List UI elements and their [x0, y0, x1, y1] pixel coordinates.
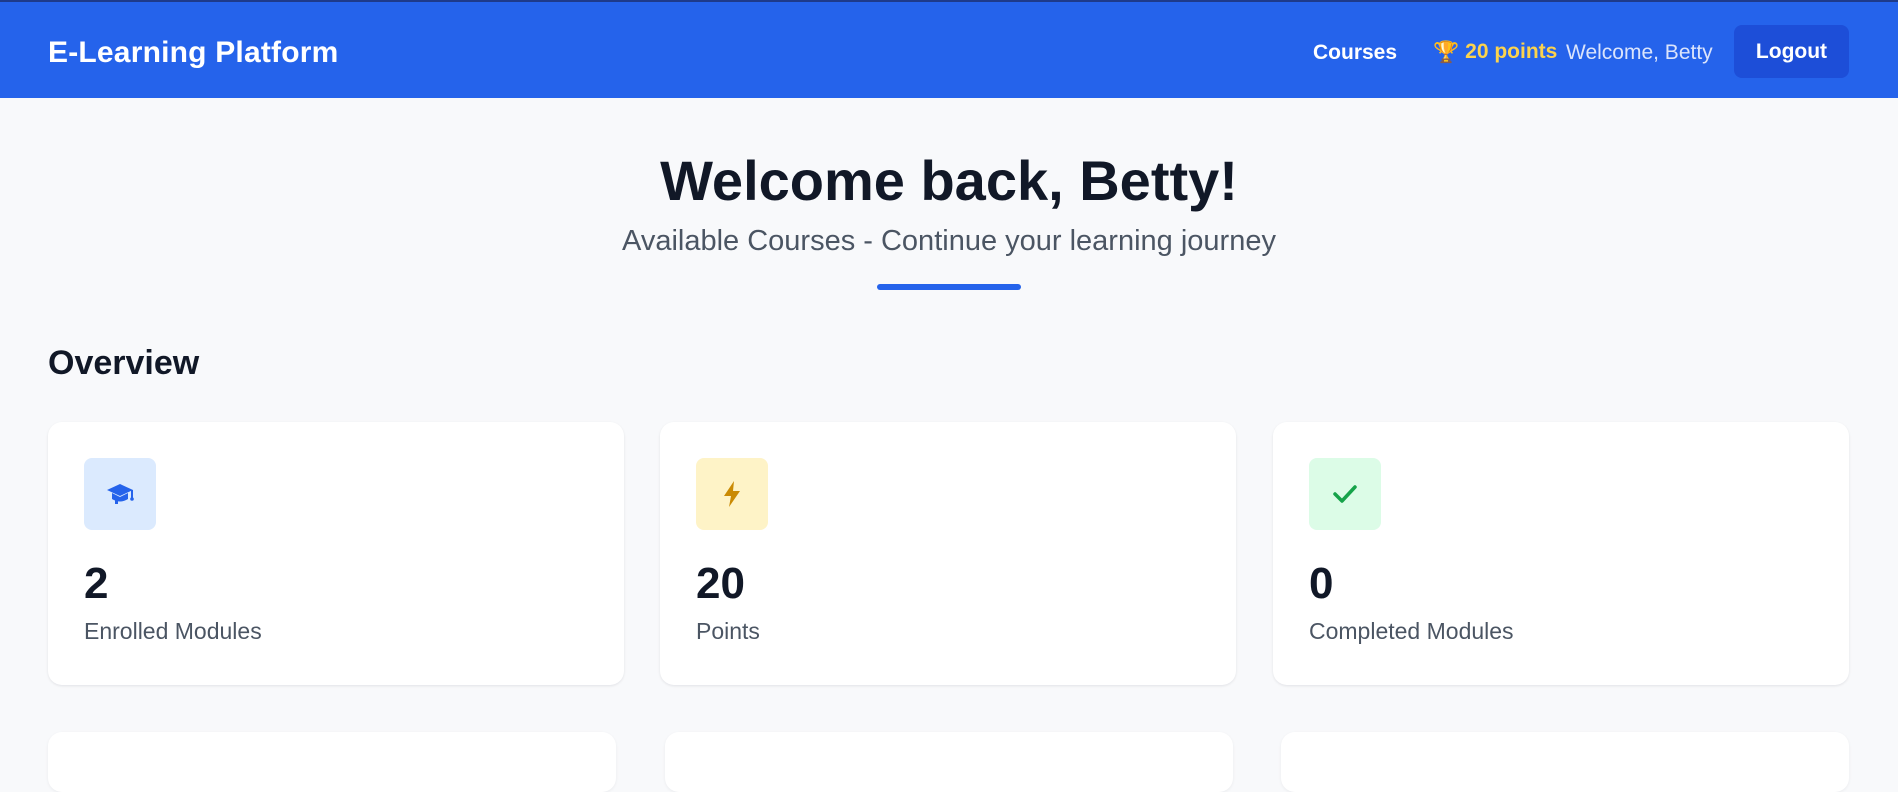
stat-label: Points: [696, 618, 760, 644]
page-subtitle: Available Courses - Continue your learni…: [622, 225, 1276, 257]
checkmark-icon: [1309, 458, 1381, 530]
course-card[interactable]: [1281, 732, 1849, 792]
course-card[interactable]: [48, 732, 616, 792]
course-card[interactable]: [665, 732, 1233, 792]
graduation-cap-icon: [84, 458, 156, 530]
stat-value: 20: [696, 559, 745, 608]
trophy-icon: 🏆: [1433, 40, 1460, 64]
points-indicator: 🏆 20 points: [1433, 40, 1557, 64]
overview-heading: Overview: [48, 344, 200, 382]
page-title: Welcome back, Betty!: [660, 149, 1238, 212]
brand-title[interactable]: E-Learning Platform: [48, 36, 339, 70]
stat-value: 0: [1309, 559, 1334, 608]
stat-card-completed-modules: 0 Completed Modules: [1273, 422, 1849, 685]
lightning-bolt-icon: [696, 458, 768, 530]
stat-card-points: 20 Points: [660, 422, 1236, 685]
nav-link-courses[interactable]: Courses: [1313, 41, 1397, 65]
title-underline-divider: [877, 284, 1021, 290]
stat-card-enrolled-modules: 2 Enrolled Modules: [48, 422, 624, 685]
top-navbar: E-Learning Platform Courses 🏆 20 points …: [0, 0, 1898, 98]
points-label: 20 points: [1465, 40, 1558, 63]
logout-button[interactable]: Logout: [1734, 25, 1849, 78]
stat-value: 2: [84, 559, 109, 608]
stat-label: Enrolled Modules: [84, 618, 262, 644]
welcome-user-text: Welcome, Betty: [1566, 41, 1713, 64]
stat-label: Completed Modules: [1309, 618, 1514, 644]
